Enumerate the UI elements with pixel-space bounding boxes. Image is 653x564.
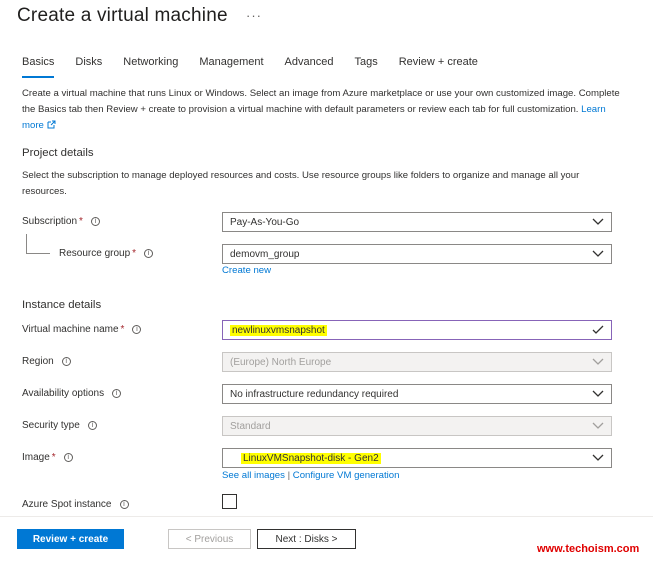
intro-text: Create a virtual machine that runs Linux…: [22, 88, 620, 115]
security-type-label: Security type i: [22, 420, 97, 431]
chevron-down-icon: [592, 454, 604, 461]
resource-group-dropdown[interactable]: demovm_group: [222, 244, 612, 264]
info-icon[interactable]: i: [87, 421, 97, 430]
chevron-down-icon: [592, 358, 604, 365]
footer-divider: [0, 516, 653, 517]
subscription-label: Subscription * i: [22, 216, 100, 227]
spot-instance-checkbox[interactable]: [222, 494, 237, 509]
chevron-down-icon: [592, 390, 604, 397]
create-new-link[interactable]: Create new: [222, 265, 271, 276]
tab-basics[interactable]: Basics: [22, 56, 55, 78]
chevron-down-icon: [592, 250, 604, 257]
review-create-button[interactable]: Review + create: [17, 529, 124, 549]
info-icon[interactable]: i: [144, 249, 154, 258]
tab-advanced[interactable]: Advanced: [285, 56, 334, 78]
security-type-dropdown: Standard: [222, 416, 612, 436]
chevron-down-icon: [592, 422, 604, 429]
project-details-heading: Project details: [22, 147, 94, 159]
availability-dropdown[interactable]: No infrastructure redundancy required: [222, 384, 612, 404]
vm-name-label: Virtual machine name * i: [22, 324, 142, 335]
info-icon[interactable]: i: [132, 325, 142, 334]
info-icon[interactable]: i: [119, 500, 129, 509]
info-icon[interactable]: i: [90, 217, 100, 226]
intro-paragraph: Create a virtual machine that runs Linux…: [22, 86, 622, 134]
required-asterisk: *: [79, 216, 83, 227]
watermark-text: www.techoism.com: [537, 543, 640, 555]
availability-label: Availability options i: [22, 388, 122, 399]
external-link-icon: [47, 120, 56, 129]
instance-details-heading: Instance details: [22, 299, 102, 311]
tab-management[interactable]: Management: [199, 56, 263, 78]
chevron-down-icon: [592, 218, 604, 225]
tab-review-create[interactable]: Review + create: [399, 56, 478, 78]
tab-disks[interactable]: Disks: [75, 56, 102, 78]
next-disks-button[interactable]: Next : Disks >: [257, 529, 356, 549]
spot-instance-label: Azure Spot instance i: [22, 499, 129, 510]
subscription-dropdown[interactable]: Pay-As-You-Go: [222, 212, 612, 232]
tab-networking[interactable]: Networking: [123, 56, 178, 78]
image-label: Image * i: [22, 452, 73, 463]
page-title: Create a virtual machine: [17, 5, 228, 26]
info-icon[interactable]: i: [112, 389, 122, 398]
tree-connector: [26, 234, 50, 254]
tab-bar: Basics Disks Networking Management Advan…: [22, 56, 499, 78]
region-dropdown: (Europe) North Europe: [222, 352, 612, 372]
configure-vm-generation-link[interactable]: Configure VM generation: [293, 470, 400, 481]
info-icon[interactable]: i: [63, 453, 73, 462]
region-label: Region i: [22, 356, 71, 367]
project-details-description: Select the subscription to manage deploy…: [22, 170, 580, 197]
checkmark-icon: [592, 325, 604, 334]
previous-button: < Previous: [168, 529, 251, 549]
more-options-icon[interactable]: ···: [246, 8, 262, 23]
image-dropdown[interactable]: LinuxVMSnapshot-disk - Gen2: [222, 448, 612, 468]
vm-name-input[interactable]: newlinuxvmsnapshot: [222, 320, 612, 340]
tab-tags[interactable]: Tags: [354, 56, 377, 78]
image-links: See all images | Configure VM generation: [222, 470, 399, 481]
resource-group-label: Resource group * i: [59, 248, 154, 259]
info-icon[interactable]: i: [61, 357, 71, 366]
see-all-images-link[interactable]: See all images: [222, 470, 285, 481]
link-separator: |: [287, 470, 291, 481]
